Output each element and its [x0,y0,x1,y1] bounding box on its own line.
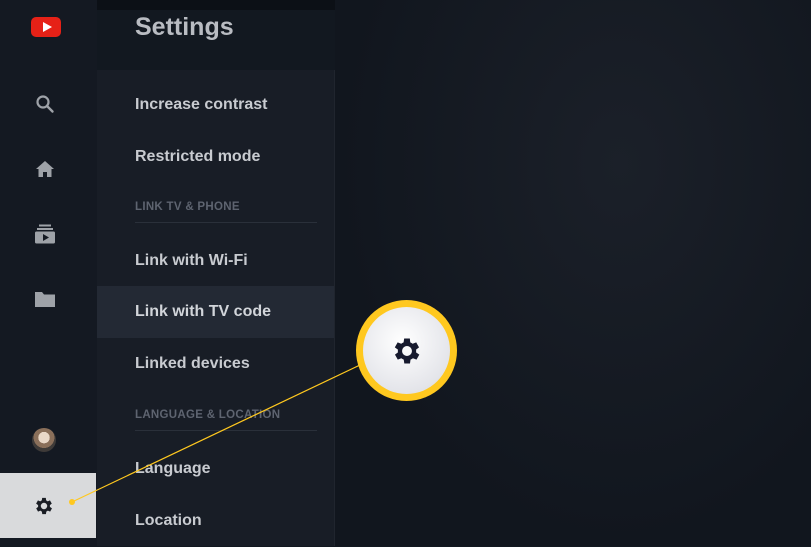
gear-icon [394,338,419,363]
youtube-logo[interactable] [31,17,61,37]
menu-divider [334,70,335,546]
search-icon[interactable] [32,91,58,117]
settings-nav-button[interactable] [0,473,96,538]
menu-item-link-with-wifi[interactable]: Link with Wi-Fi [97,235,334,287]
menu-item-language[interactable]: Language [97,443,334,495]
home-icon[interactable] [32,156,58,182]
page-title: Settings [135,13,234,41]
account-avatar[interactable] [32,428,56,452]
menu-item-location[interactable]: Location [97,495,334,547]
section-header-link-tv-phone: LINK TV & PHONE [135,201,317,223]
content-area [335,0,811,546]
library-folder-icon[interactable] [32,286,58,312]
menu-item-increase-contrast[interactable]: Increase contrast [97,79,334,131]
callout-magnifier [356,300,457,401]
menu-item-linked-devices[interactable]: Linked devices [97,338,334,390]
menu-item-link-with-tv-code[interactable]: Link with TV code [97,286,334,338]
settings-menu: Increase contrast Restricted mode LINK T… [97,70,334,546]
nav-rail [0,0,97,546]
gear-icon [36,497,52,514]
subscriptions-icon[interactable] [32,221,58,247]
section-header-language-location: LANGUAGE & LOCATION [135,409,317,431]
menu-item-restricted-mode[interactable]: Restricted mode [97,131,334,183]
